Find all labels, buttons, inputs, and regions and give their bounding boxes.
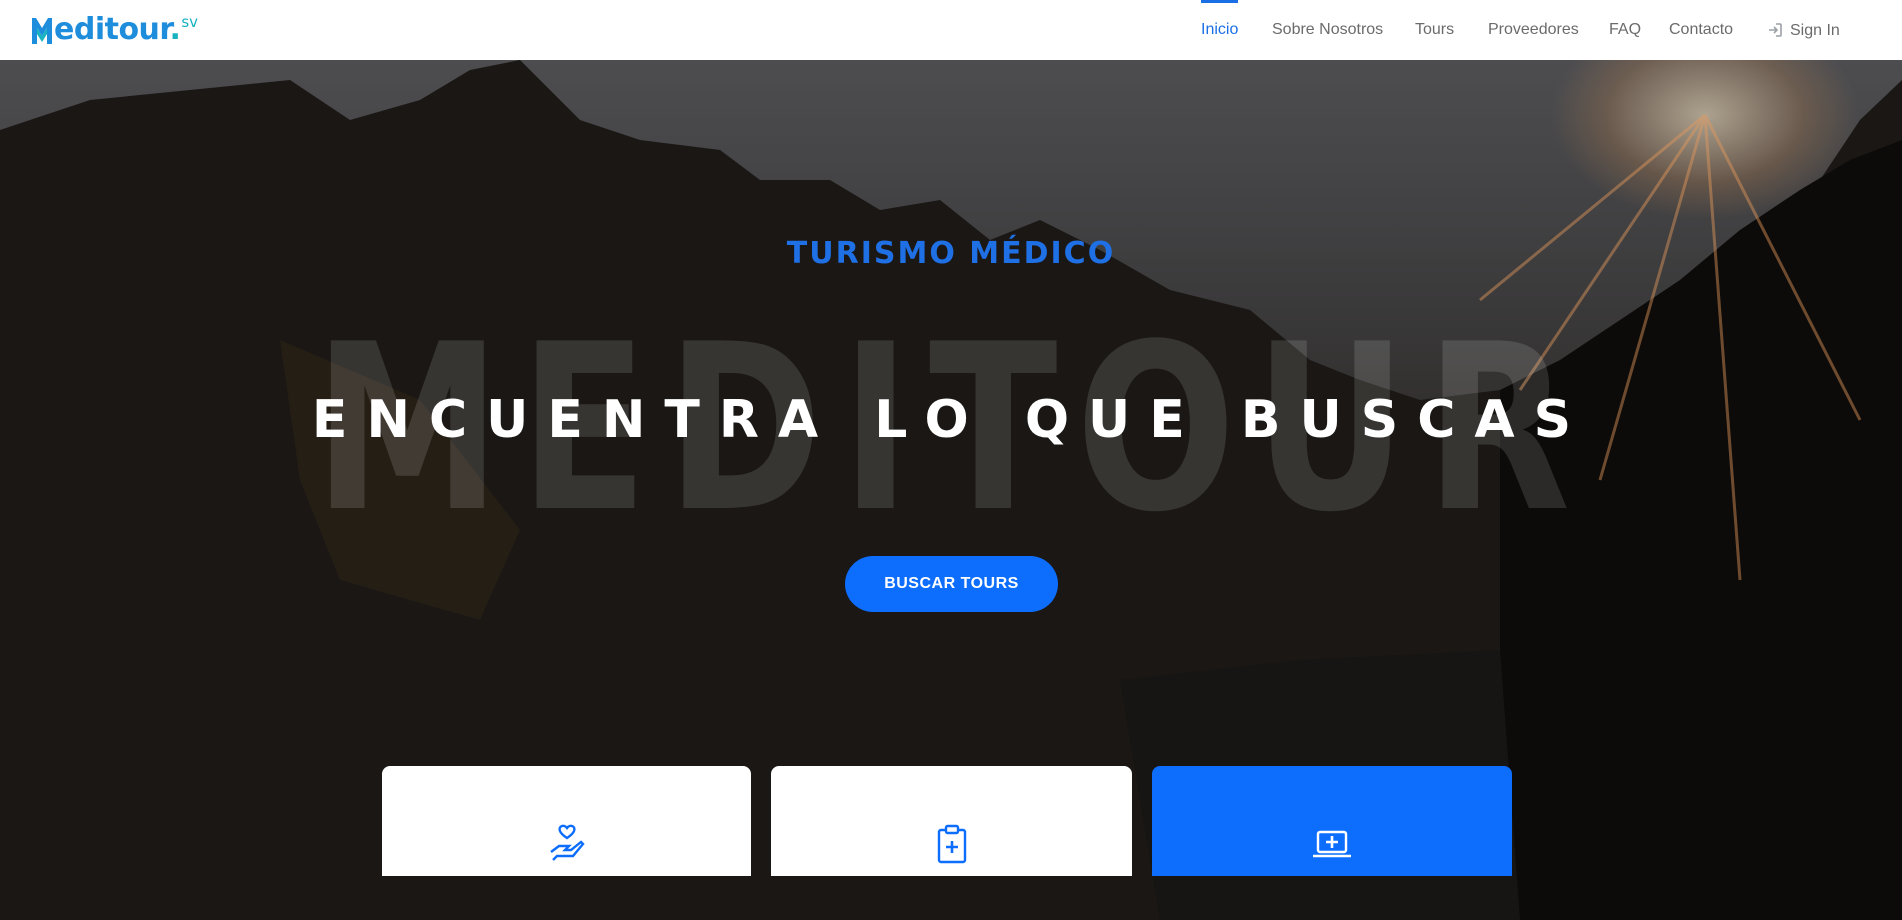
main-nav: Inicio Sobre Nosotros Tours Proveedores …	[0, 0, 1902, 60]
nav-sobre-nosotros[interactable]: Sobre Nosotros	[1272, 0, 1383, 60]
nav-proveedores[interactable]: Proveedores	[1488, 0, 1579, 60]
hand-heart-icon	[549, 824, 585, 861]
hero-eyebrow: TURISMO MÉDICO	[786, 236, 1116, 271]
laptop-medical-icon	[1313, 830, 1351, 858]
site-header: editour. sv Inicio Sobre Nosotros Tours …	[0, 0, 1902, 60]
nav-tours[interactable]: Tours	[1415, 0, 1454, 60]
feature-card[interactable]	[1152, 766, 1512, 876]
nav-sign-in[interactable]: Sign In	[1767, 0, 1840, 60]
nav-faq[interactable]: FAQ	[1609, 0, 1641, 60]
hero-headline: ENCUENTRA LO QUE BUSCAS	[311, 390, 1591, 450]
sign-in-label: Sign In	[1790, 21, 1840, 39]
feature-card[interactable]	[771, 766, 1132, 876]
buscar-tours-button[interactable]: BUSCAR TOURS	[845, 556, 1058, 612]
feature-card[interactable]	[382, 766, 751, 876]
nav-contacto[interactable]: Contacto	[1669, 0, 1733, 60]
clipboard-medical-icon	[937, 824, 966, 864]
nav-inicio[interactable]: Inicio	[1201, 0, 1239, 60]
sign-in-icon	[1769, 23, 1782, 37]
